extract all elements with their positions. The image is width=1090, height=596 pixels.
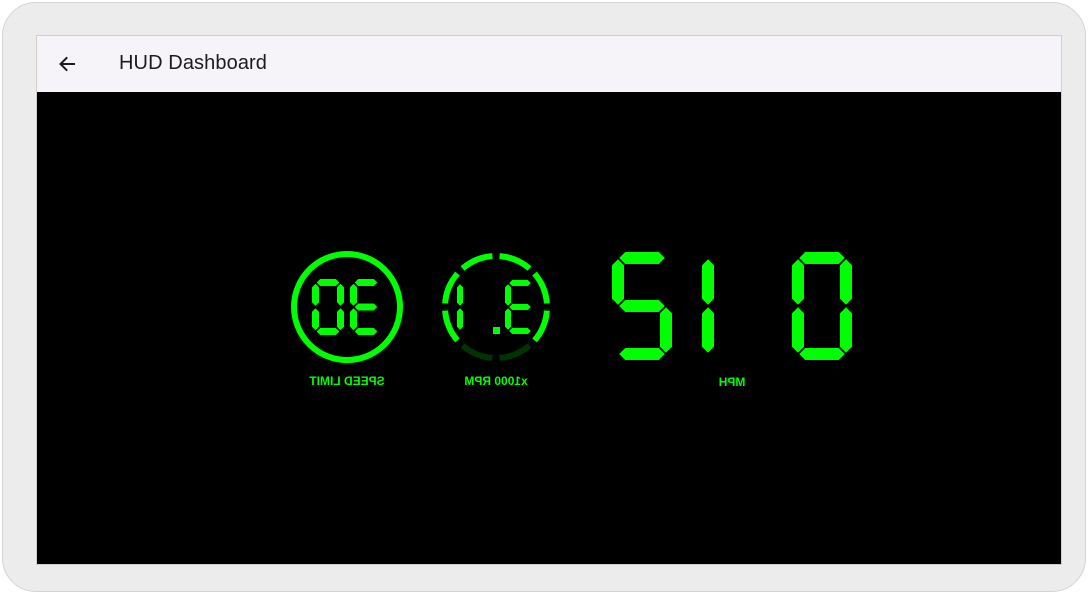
- speed-limit-value: [312, 279, 378, 335]
- rpm-decimal-point: [493, 327, 500, 334]
- speed-limit-digit-1-segment-a: [316, 279, 340, 286]
- speed-digit-1-segment-b: [702, 259, 714, 305]
- rpm-digit-0-segment-b: [505, 284, 511, 306]
- speed-limit-digit-1-segment-c: [312, 308, 319, 331]
- rpm-digit-2-segment-b: [457, 284, 463, 306]
- speed-digit-2-segment-a: [619, 252, 665, 264]
- speed-value: [612, 252, 852, 360]
- speed-limit-digit-0-segment-g: [354, 303, 378, 311]
- hud-canvas: SPEED LIMIT x1000 RPM MPH: [291, 251, 852, 389]
- speed-limit-ring: [291, 251, 403, 363]
- speed-digit-0-segment-c: [792, 307, 804, 353]
- arrow-left-icon: [59, 56, 75, 72]
- rpm-digit-0-segment-d: [509, 328, 531, 334]
- speed-digit-2-segment-d: [619, 348, 665, 360]
- rpm-value: [457, 280, 531, 334]
- rpm-gauge: x1000 RPM: [442, 253, 550, 388]
- rpm-arc-segment-1: [532, 271, 550, 304]
- speed-unit-label: MPH: [719, 375, 746, 389]
- rpm-label: x1000 RPM: [464, 374, 527, 388]
- hud-display: SPEED LIMIT x1000 RPM MPH: [37, 92, 1061, 564]
- back-button[interactable]: [53, 50, 81, 78]
- speed-limit-gauge: SPEED LIMIT: [291, 251, 403, 388]
- rpm-arc: [442, 253, 550, 361]
- speed-digit-2-segment-g: [619, 300, 665, 312]
- rpm-arc-segment-7: [499, 343, 532, 361]
- rpm-arc-segment-0: [532, 310, 550, 343]
- speed-limit-digit-0-segment-d: [354, 328, 378, 335]
- speed-limit-digit-1-segment-f: [337, 283, 344, 306]
- speed-limit-digit-1-segment-e: [337, 308, 344, 331]
- speed-digit-2-segment-b: [612, 259, 624, 305]
- speed-limit-digit-0-segment-b: [350, 283, 357, 306]
- speed-limit-digit-1-segment-b: [312, 283, 319, 306]
- page-title: HUD Dashboard: [119, 52, 268, 74]
- rpm-digit-2-segment-c: [457, 308, 463, 330]
- speed-digit-2-segment-e: [660, 307, 672, 353]
- speed-digit-1-segment-c: [702, 307, 714, 353]
- rpm-digit-0-segment-a: [509, 280, 531, 286]
- rpm-arc-segment-4: [442, 271, 460, 304]
- speed-digit-0-segment-b: [792, 259, 804, 305]
- rpm-arc-segment-6: [460, 343, 493, 361]
- app-screen: HUD Dashboard SPEED LIMIT x1000 RPM MPH: [36, 35, 1062, 565]
- speed-limit-digit-1-segment-d: [316, 328, 340, 335]
- speed-digit-0-segment-a: [799, 252, 845, 264]
- speed-digit-0-segment-f: [840, 259, 852, 305]
- rpm-arc-segment-3: [460, 253, 493, 271]
- app-bar: HUD Dashboard: [37, 36, 1061, 92]
- rpm-digit-0-segment-g: [509, 304, 531, 310]
- device-frame: HUD Dashboard SPEED LIMIT x1000 RPM MPH: [2, 2, 1086, 592]
- rpm-arc-segment-2: [499, 253, 532, 271]
- speed-limit-digit-0-segment-a: [354, 279, 378, 286]
- rpm-arc-segment-5: [442, 310, 460, 343]
- speed-digit-0-segment-d: [799, 348, 845, 360]
- rpm-digit-0-segment-c: [505, 308, 511, 330]
- speed-limit-digit-0-segment-c: [350, 308, 357, 331]
- speed-readout: MPH: [612, 252, 852, 389]
- speed-limit-label: SPEED LIMIT: [309, 374, 385, 388]
- speed-digit-0-segment-e: [840, 307, 852, 353]
